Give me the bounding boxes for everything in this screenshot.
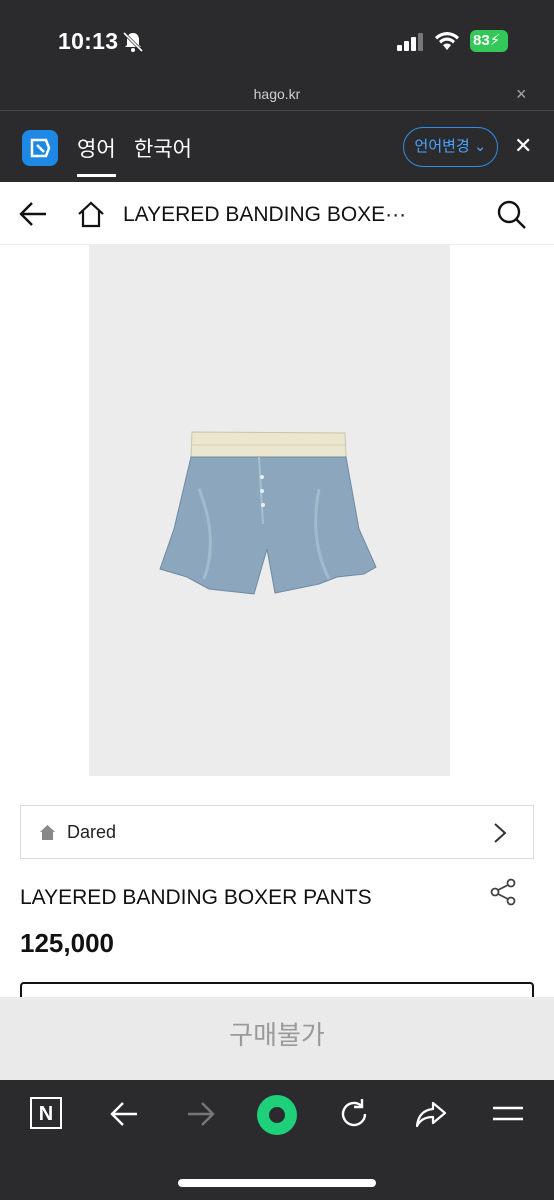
forward-icon[interactable] [184,1097,218,1131]
tab-korean[interactable]: 한국어 [134,133,192,163]
signal-icon [397,33,423,51]
home-icon[interactable] [76,199,106,229]
home-indicator[interactable] [178,1179,376,1187]
url-close-icon[interactable]: × [516,84,527,105]
translate-bar: 영어 한국어 언어변경 ⌄ ✕ [0,111,554,182]
product-image[interactable] [89,244,450,776]
battery-indicator: 83⚡ [470,30,508,52]
web-page: LAYERED BANDING BOXE··· Dared LAYERED BA… [0,182,554,1080]
tab-english[interactable]: 영어 [77,133,116,177]
buy-button[interactable]: 구매불가 [0,997,554,1073]
language-change-button[interactable]: 언어변경 ⌄ [403,127,498,167]
url-bar[interactable]: hago.kr × [0,80,554,111]
boxer-shorts-image [159,431,377,595]
translate-close-icon[interactable]: ✕ [514,133,532,159]
product-title: LAYERED BANDING BOXER PANTS [20,886,372,909]
page-title: LAYERED BANDING BOXE··· [123,203,407,226]
refresh-icon[interactable] [337,1097,371,1131]
search-icon[interactable] [495,198,527,230]
url-domain[interactable]: hago.kr [0,86,554,102]
back-icon[interactable] [107,1097,141,1131]
green-dot-icon[interactable] [256,1094,298,1136]
buy-bar: 구매불가 [0,997,554,1080]
translate-logo-icon [22,130,58,166]
status-time: 10:13 [58,28,119,54]
status-bar: 10:13 83⚡ [0,0,554,80]
share-forward-icon[interactable] [414,1097,448,1131]
page-header: LAYERED BANDING BOXE··· [0,182,554,245]
naver-n-icon[interactable]: N [30,1097,62,1129]
share-icon[interactable] [489,878,517,906]
back-arrow-icon[interactable] [18,200,48,228]
store-home-icon [40,825,55,840]
menu-icon[interactable] [491,1097,525,1131]
wifi-icon [435,32,459,50]
bell-off-icon [122,31,144,53]
product-price: 125,000 [20,928,114,958]
brand-name: Dared [67,822,117,842]
brand-row[interactable]: Dared [20,805,534,859]
chevron-right-icon [494,823,507,843]
